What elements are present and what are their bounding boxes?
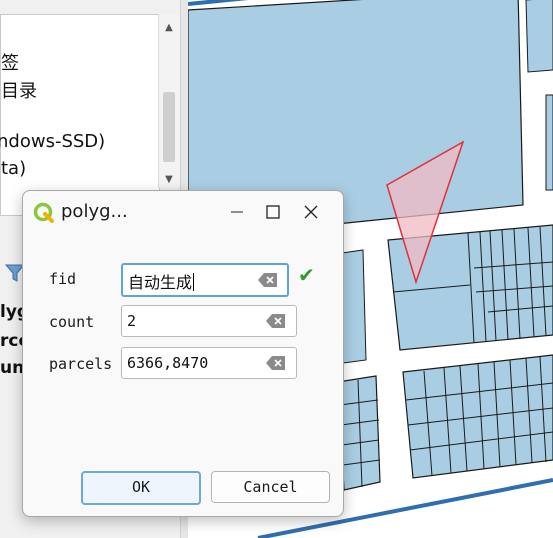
tree-item-home[interactable]: 目录 [1,77,37,103]
tree-item-drive-d[interactable]: ta) [1,158,26,179]
fid-value: 自动生成 [128,273,195,292]
cancel-button[interactable]: Cancel [211,471,330,503]
count-field[interactable]: 2 [121,305,297,337]
dialog-title: polyg... [61,201,128,222]
parcels-field[interactable]: 6366,8470 [121,347,297,379]
browser-toolbar [0,0,158,14]
dialog-titlebar[interactable]: polyg... [23,191,343,233]
parcel[interactable] [525,0,553,73]
fid-label: fid [49,270,77,288]
scroll-up-arrow-icon[interactable]: ▲ [159,20,179,36]
scroll-thumb[interactable] [163,92,175,162]
maximize-button[interactable] [255,198,291,226]
minimize-spacer [220,198,256,226]
clear-count-icon[interactable] [265,313,287,329]
tree-item-bookmarks[interactable]: 签 [1,49,19,75]
parcels-label: parcels [49,355,113,373]
parcel[interactable] [545,94,553,191]
parcels-value: 6366,8470 [127,354,209,372]
fid-field[interactable]: 自动生成 [121,263,289,297]
qgis-logo-icon [33,202,54,223]
close-button[interactable] [293,198,329,226]
parcel-block [337,375,381,491]
tree-item-drive-c[interactable]: ndows-SSD) [0,131,105,152]
ok-button[interactable]: OK [81,471,201,505]
browser-scrollbar[interactable]: ▲ ▼ [158,14,179,188]
close-icon [304,205,318,219]
maximize-icon [266,205,280,219]
clear-fid-icon[interactable] [257,272,279,288]
valid-check-icon: ✔ [298,263,315,287]
browser-tree: 签 目录 ndows-SSD) ta) [0,14,160,216]
layer-item-count[interactable]: un [0,358,24,378]
count-label: count [49,313,95,331]
scroll-down-arrow-icon[interactable]: ▼ [159,172,179,188]
count-value: 2 [127,312,137,330]
parcel-block [402,354,553,479]
feature-attributes-dialog: polyg... fid 自动生成 ✔ count 2 parcels 6366… [22,190,344,517]
clear-parcels-icon[interactable] [265,355,287,371]
text-caret [193,273,195,291]
